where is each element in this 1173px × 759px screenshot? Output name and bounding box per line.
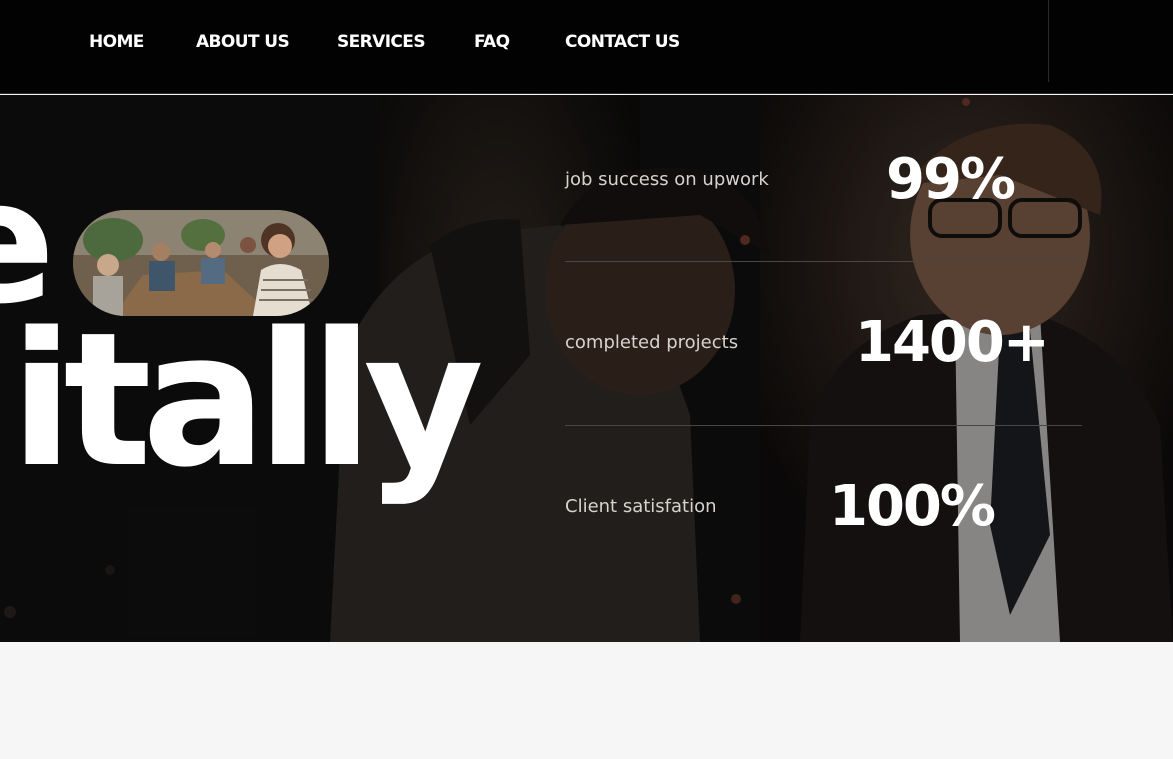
stat-divider	[565, 425, 1082, 426]
stat-value-client-satisfaction: 100%	[829, 474, 996, 539]
hero-headline: itally	[10, 292, 484, 508]
stat-value-job-success: 99%	[886, 147, 1016, 212]
stat-label-client-satisfaction: Client satisfation	[565, 496, 717, 517]
nav-item-contact-us[interactable]: CONTACT US	[565, 31, 680, 53]
stat-value-completed-projects: 1400+	[855, 310, 1050, 375]
stat-divider	[565, 261, 1082, 262]
header-divider	[1048, 0, 1049, 82]
nav-item-home[interactable]: HOME	[89, 31, 144, 53]
nav-item-about-us[interactable]: ABOUT US	[196, 31, 290, 53]
main-nav: HOME ABOUT US SERVICES FAQ CONTACT US	[0, 0, 1049, 84]
stat-label-job-success: job success on upwork	[565, 169, 769, 190]
site-header: HOME ABOUT US SERVICES FAQ CONTACT US	[0, 0, 1173, 94]
page-background	[0, 642, 1173, 759]
hero-section: e itally job success on upwork 99% compl…	[0, 95, 1173, 642]
nav-item-faq[interactable]: FAQ	[474, 31, 510, 53]
nav-item-services[interactable]: SERVICES	[337, 31, 426, 53]
stat-label-completed-projects: completed projects	[565, 332, 739, 353]
